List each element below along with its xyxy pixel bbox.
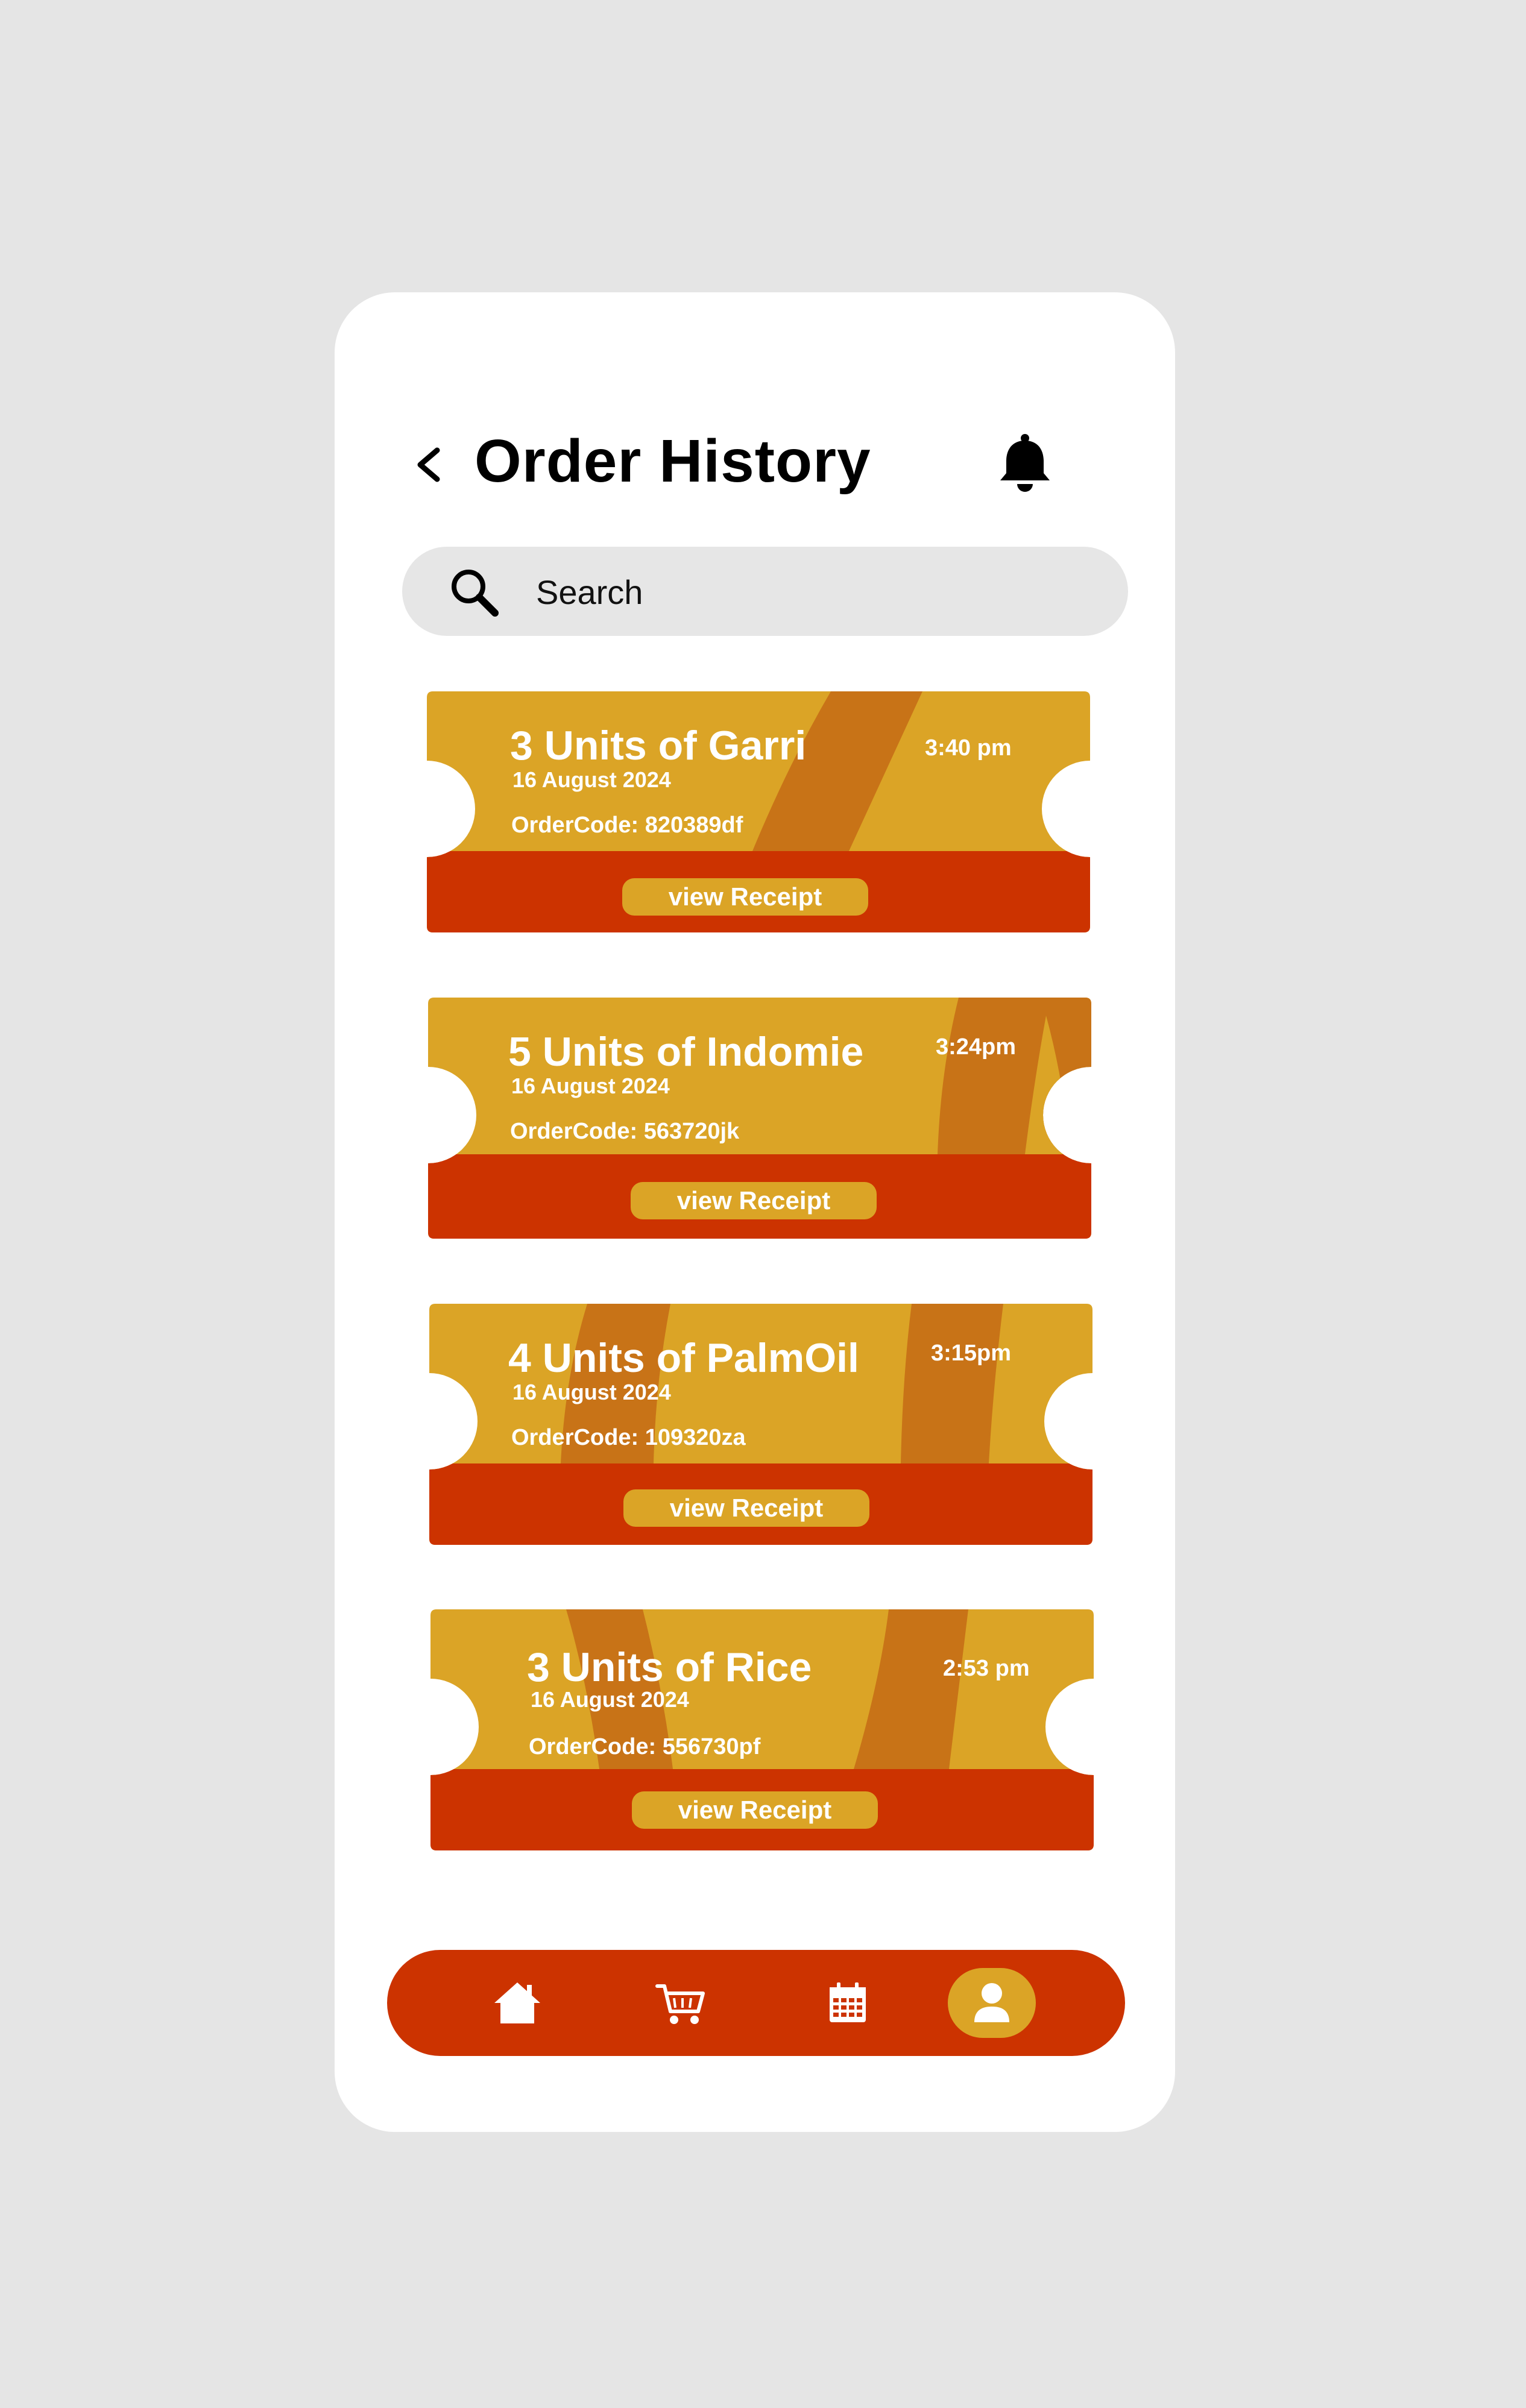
order-code: OrderCode: 556730pf xyxy=(529,1734,761,1759)
cart-icon xyxy=(655,1984,705,2024)
order-card: 4 Units of PalmOil 16 August 2024 OrderC… xyxy=(429,1304,1092,1545)
profile-icon xyxy=(974,1983,1009,2022)
order-time: 3:15pm xyxy=(931,1341,1012,1366)
order-code: OrderCode: 820389df xyxy=(511,813,743,838)
notifications-button[interactable] xyxy=(992,430,1058,496)
back-button[interactable] xyxy=(407,437,449,491)
nav-profile[interactable] xyxy=(948,1968,1036,2038)
order-title: 4 Units of PalmOil xyxy=(508,1335,859,1381)
nav-calendar[interactable] xyxy=(819,1974,877,2032)
order-date: 16 August 2024 xyxy=(511,1074,670,1098)
nav-home[interactable] xyxy=(488,1974,546,2032)
search-input[interactable] xyxy=(535,567,1080,617)
bell-icon xyxy=(1000,434,1050,492)
chevron-left-icon xyxy=(417,447,440,482)
order-time: 2:53 pm xyxy=(943,1656,1030,1681)
bottom-nav xyxy=(387,1950,1125,2056)
order-date: 16 August 2024 xyxy=(512,1380,671,1404)
header: Order History xyxy=(335,292,1175,495)
order-date: 16 August 2024 xyxy=(531,1687,689,1712)
order-card: 3 Units of Garri 16 August 2024 OrderCod… xyxy=(427,691,1090,932)
order-time: 3:40 pm xyxy=(925,735,1012,761)
view-receipt-button[interactable]: view Receipt xyxy=(623,1489,869,1527)
phone-screen: Order History Search 3 Units of Garri 16… xyxy=(335,292,1175,2132)
order-code: OrderCode: 109320za xyxy=(511,1425,746,1450)
order-title: 5 Units of Indomie xyxy=(508,1029,864,1075)
search-bar[interactable] xyxy=(402,547,1128,636)
home-icon xyxy=(494,1982,540,2023)
order-card: 5 Units of Indomie 16 August 2024 OrderC… xyxy=(428,998,1091,1239)
search-icon xyxy=(452,570,499,617)
calendar-icon xyxy=(830,1982,866,2022)
order-date: 16 August 2024 xyxy=(512,767,671,792)
view-receipt-button[interactable]: view Receipt xyxy=(622,878,868,916)
nav-cart[interactable] xyxy=(652,1974,710,2032)
order-card: 3 Units of Rice 16 August 2024 OrderCode… xyxy=(430,1609,1094,1850)
order-time: 3:24pm xyxy=(936,1034,1017,1060)
view-receipt-button[interactable]: view Receipt xyxy=(631,1182,877,1219)
order-code: OrderCode: 563720jk xyxy=(510,1119,740,1144)
view-receipt-button[interactable]: view Receipt xyxy=(632,1791,878,1829)
page-title: Order History xyxy=(475,427,871,495)
order-title: 3 Units of Garri xyxy=(510,723,807,769)
order-title: 3 Units of Rice xyxy=(527,1644,812,1690)
